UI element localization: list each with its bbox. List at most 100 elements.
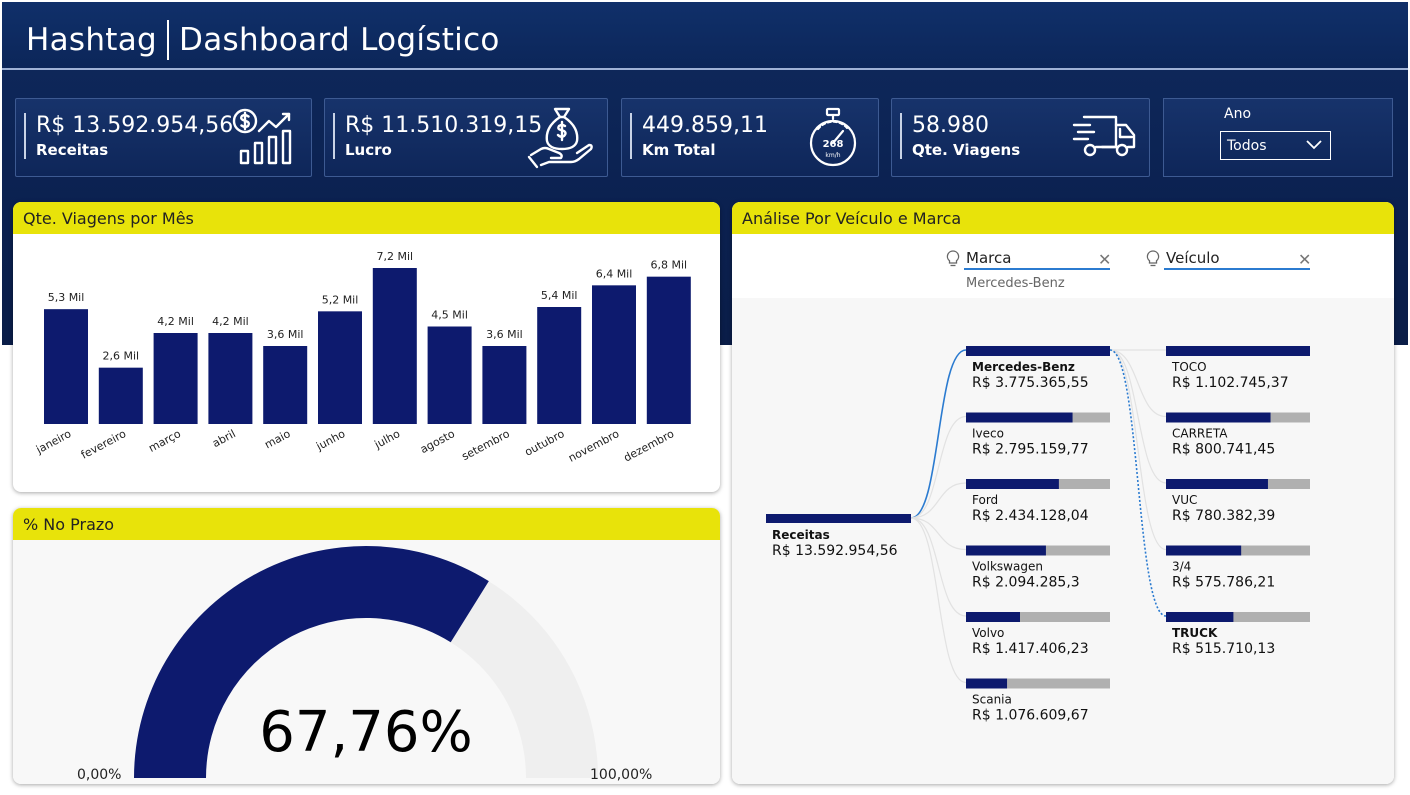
tree-connector — [910, 517, 967, 684]
panel-title: Qte. Viagens por Mês — [23, 209, 194, 228]
bar-fevereiro[interactable] — [98, 367, 143, 424]
bar-abril[interactable] — [208, 333, 253, 424]
title-bar: Hashtag Dashboard Logístico — [2, 2, 1408, 70]
tree-connector — [1109, 349, 1167, 551]
kpi-label: Lucro — [345, 141, 392, 159]
filter-label-veiculo[interactable]: Veículo — [1166, 249, 1220, 267]
kpi-card-lucro: R$ 11.510.319,15 Lucro — [324, 98, 608, 177]
x-tick-label: janeiro — [33, 427, 73, 457]
clear-marca-icon[interactable]: ✕ — [1098, 250, 1111, 269]
bar-data-label: 4,2 Mil — [212, 315, 249, 328]
kpi-card-qte-viagens: 58.980 Qte. Viagens — [891, 98, 1150, 177]
brand-node-label: Mercedes-Benz — [972, 360, 1075, 374]
speedometer-unit: km/h — [825, 152, 840, 159]
bar-maio[interactable] — [263, 346, 308, 424]
bar-data-label: 3,6 Mil — [267, 328, 304, 341]
bar-data-label: 5,4 Mil — [541, 289, 578, 302]
delivery-truck-icon — [1072, 115, 1136, 157]
tree-root-bar[interactable] — [766, 514, 911, 523]
kpi-value: 449.859,11 — [642, 113, 768, 138]
bar-data-label: 7,2 Mil — [377, 250, 414, 263]
kpi-divider — [900, 113, 902, 159]
kpi-label: Km Total — [642, 141, 716, 159]
monthly-trips-bar-chart: 5,3 Mil janeiro 2,6 Mil fevereiro 4,2 Mil mar… — [33, 250, 691, 465]
gauge-min-label: 0,00% — [77, 767, 121, 783]
kpi-value: 58.980 — [912, 113, 989, 138]
tree-connector — [1109, 349, 1167, 418]
panel-header: Análise Por Veículo e Marca — [732, 202, 1394, 234]
kpi-divider — [630, 113, 632, 159]
x-tick-label: dezembro — [622, 427, 677, 464]
year-filter-card: Ano Todos — [1163, 98, 1393, 177]
brand-node-bar[interactable] — [966, 346, 1110, 356]
brand-name: Hashtag — [26, 22, 158, 58]
x-tick-label: fevereiro — [79, 427, 129, 462]
panel-header: % No Prazo — [13, 508, 720, 540]
bar-outubro[interactable] — [537, 307, 582, 424]
brand-node-value: R$ 1.076.609,67 — [972, 708, 1089, 724]
brand-node-label: Scania — [972, 693, 1012, 707]
brand-node-value: R$ 2.094.285,3 — [972, 575, 1080, 591]
tree-root-value: R$ 13.592.954,56 — [772, 543, 898, 559]
kpi-card-km-total: 449.859,11 Km Total 268 km/h — [621, 98, 879, 177]
bar-data-label: 6,4 Mil — [596, 267, 633, 280]
vehicle-node-bar[interactable] — [1166, 545, 1242, 556]
bar-data-label: 3,6 Mil — [486, 328, 523, 341]
brand-node-value: R$ 3.775.365,55 — [972, 375, 1089, 391]
gauge-max-label: 100,00% — [590, 767, 652, 783]
gauge-value: 67,76% — [259, 700, 473, 765]
bar-junho[interactable] — [318, 311, 362, 424]
x-tick-label: maio — [262, 427, 292, 451]
money-bag-hand-icon — [527, 107, 593, 169]
brand-node-value: R$ 1.417.406,23 — [972, 641, 1089, 657]
kpi-label: Receitas — [36, 141, 109, 159]
speedometer-icon: 268 km/h — [809, 107, 857, 167]
bar-setembro[interactable] — [482, 346, 527, 424]
bar-novembro[interactable] — [592, 285, 636, 424]
x-tick-label: julho — [372, 427, 403, 452]
bar-janeiro[interactable] — [44, 309, 88, 424]
brand-node-value: R$ 2.434.128,04 — [972, 508, 1089, 524]
speedometer-number: 268 — [823, 139, 844, 150]
vehicle-node-bar[interactable] — [1166, 346, 1310, 356]
bar-data-label: 5,3 Mil — [48, 291, 85, 304]
x-tick-label: junho — [313, 427, 347, 453]
bar-dezembro[interactable] — [646, 276, 691, 424]
filter-underline — [964, 268, 1110, 270]
year-select-value: Todos — [1227, 138, 1267, 154]
tree-connector — [910, 349, 967, 519]
revenue-chart-icon — [232, 108, 292, 165]
vehicle-node-bar[interactable] — [1166, 412, 1271, 423]
vehicle-node-value: R$ 800.741,45 — [1172, 442, 1275, 458]
vehicle-node-value: R$ 515.710,13 — [1172, 641, 1275, 657]
tree-connector — [1109, 349, 1167, 617]
decomposition-tree: ReceitasR$ 13.592.954,56Mercedes-BenzR$ … — [766, 346, 1310, 724]
x-tick-label: novembro — [566, 427, 622, 465]
dashboard-root: Hashtag Dashboard Logístico R$ 13.592.95… — [0, 0, 1410, 795]
vehicle-node-value: R$ 575.786,21 — [1172, 575, 1275, 591]
brand-node-bar[interactable] — [966, 412, 1073, 423]
bar-data-label: 5,2 Mil — [322, 293, 359, 306]
vehicle-node-label: VUC — [1172, 493, 1197, 507]
vehicle-node-bar[interactable] — [1166, 479, 1268, 489]
brand-node-bar[interactable] — [966, 479, 1059, 489]
bar-julho[interactable] — [372, 268, 417, 424]
brand-node-label: Iveco — [972, 427, 1004, 441]
bar-data-label: 4,2 Mil — [157, 315, 194, 328]
vehicle-node-label: TOCO — [1171, 360, 1207, 374]
brand-node-label: Volvo — [972, 626, 1004, 640]
brand-node-bar[interactable] — [966, 612, 1020, 622]
filter-label-marca[interactable]: Marca — [966, 249, 1011, 267]
brand-node-bar[interactable] — [966, 678, 1008, 689]
bar-março[interactable] — [153, 333, 198, 424]
kpi-card-receitas: R$ 13.592.954,56 Receitas — [15, 98, 312, 177]
panel-title: % No Prazo — [23, 515, 115, 534]
bar-agosto[interactable] — [427, 326, 472, 425]
panel-header: Qte. Viagens por Mês — [13, 202, 720, 234]
clear-veiculo-icon[interactable]: ✕ — [1298, 250, 1311, 269]
lightbulb-icon — [1146, 250, 1160, 267]
brand-node-bar[interactable] — [966, 545, 1046, 556]
year-select[interactable]: Todos — [1220, 131, 1331, 160]
vehicle-node-bar[interactable] — [1166, 612, 1234, 622]
x-tick-label: agosto — [418, 427, 457, 456]
